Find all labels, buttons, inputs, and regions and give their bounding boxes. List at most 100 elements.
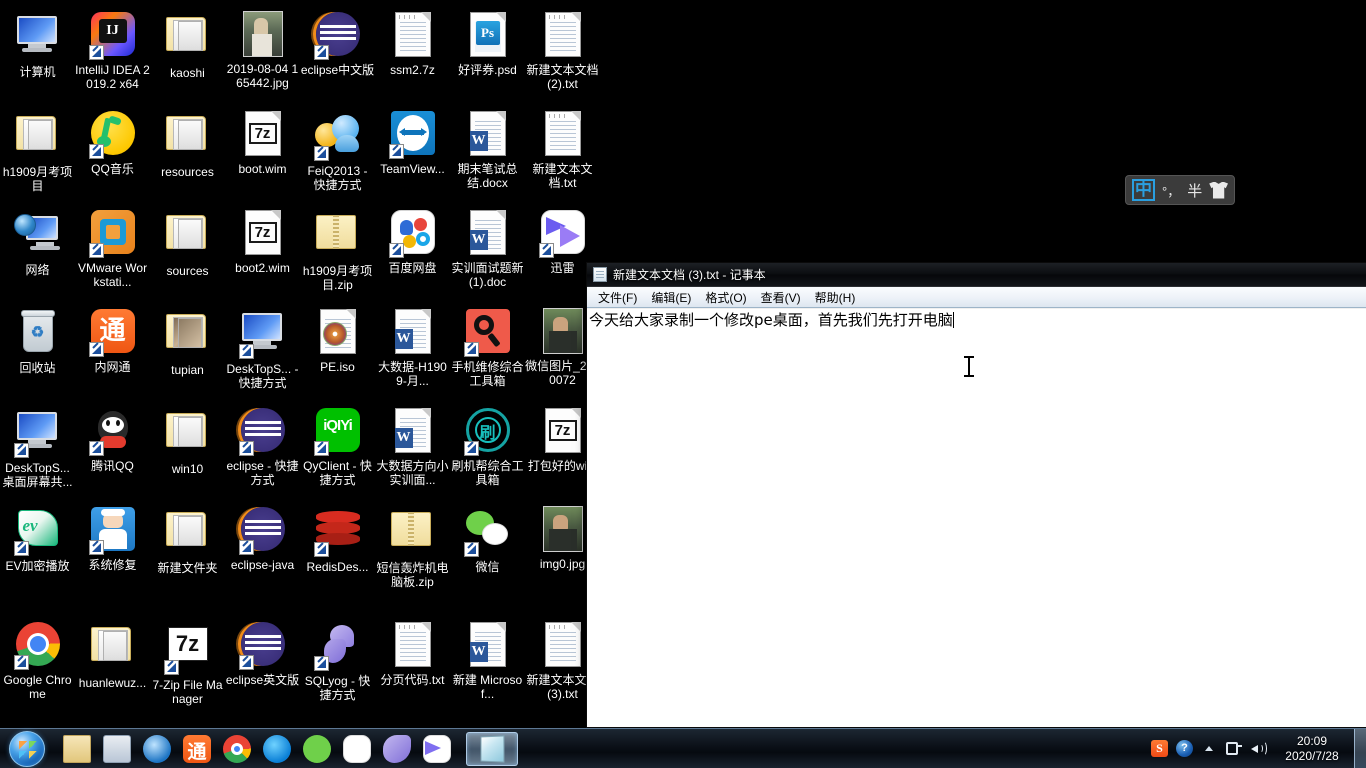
desktop-icon-20[interactable]: h1909月考项目.zip [300, 208, 375, 292]
show-desktop-button[interactable] [1354, 728, 1366, 768]
desktop-icon-26[interactable]: tupian [150, 307, 225, 377]
desktop-icon-35[interactable]: eclipse - 快捷方式 [225, 406, 300, 487]
desktop-icon-53[interactable]: 分页代码.txt [375, 620, 450, 687]
desktop-icon-16[interactable]: 网络 [0, 208, 75, 277]
ime-language-mode[interactable]: 中 [1132, 179, 1155, 201]
desktop-icon-46[interactable]: 微信 [450, 505, 525, 574]
desktop-icon-30[interactable]: 手机维修综合工具箱 [450, 307, 525, 388]
show-hidden-icons-icon[interactable] [1201, 740, 1217, 757]
desktop-icon-12[interactable]: FeiQ2013 - 快捷方式 [300, 109, 375, 192]
ime-punctuation-mode[interactable]: °， [1162, 181, 1180, 200]
taskbar-internet-explorer-icon[interactable] [140, 732, 174, 766]
taskbar-baidu-netdisk-icon[interactable] [340, 732, 374, 766]
shirt-icon[interactable] [1209, 181, 1228, 199]
start-button[interactable] [0, 729, 54, 768]
desktop-icon-8[interactable]: h1909月考项目 [0, 109, 75, 193]
desktop-icon-15[interactable]: 新建文本文档.txt [525, 109, 600, 190]
desktop-icon-54[interactable]: W 新建 Microsof... [450, 620, 525, 701]
ime-width-mode[interactable]: 半 [1187, 180, 1202, 201]
desktop-icon-label: 新建文本文档 (2).txt [526, 63, 599, 91]
notepad-titlebar[interactable]: 新建文本文档 (3).txt - 记事本 [587, 263, 1366, 287]
desktop-icon-33[interactable]: 腾讯QQ [75, 406, 150, 473]
desktop-icon-17[interactable]: VMware Workstati... [75, 208, 150, 289]
shortcut-arrow-icon [13, 443, 29, 458]
desktop-icon-41[interactable]: 系统修复 [75, 505, 150, 572]
photoshop-file-icon-wrap: Ps [464, 12, 512, 60]
shortcut-arrow-icon [238, 441, 254, 456]
desktop-icon-5[interactable]: ssm2.7z [375, 10, 450, 77]
menu-help[interactable]: 帮助(H) [808, 287, 863, 308]
desktop-icon-18[interactable]: sources [150, 208, 225, 278]
notepad-text-area[interactable]: 今天给大家录制一个修改pe桌面，首先我们先打开电脑 [587, 309, 1366, 727]
shortcut-arrow-icon [88, 441, 104, 456]
taskbar-media-player-icon[interactable] [100, 732, 134, 766]
desktop-icon-3[interactable]: 2019-08-04 165442.jpg [225, 10, 300, 90]
taskbar-google-chrome-icon[interactable] [220, 732, 254, 766]
system-tray[interactable]: S ? [1151, 740, 1270, 757]
taskbar-notepad-button[interactable] [466, 731, 518, 766]
taskbar-wechat-icon[interactable] [300, 732, 334, 766]
desktop-icon-25[interactable]: 通内网通 [75, 307, 150, 374]
desktop-icon-51[interactable]: eclipse英文版 [225, 620, 300, 687]
desktop-icon-28[interactable]: PE.iso [300, 307, 375, 374]
computer-icon-wrap [14, 14, 62, 62]
desktop-icon-36[interactable]: iQIYi QyClient - 快捷方式 [300, 406, 375, 487]
desktop-icon-14[interactable]: W 期末笔试总结.docx [450, 109, 525, 190]
shortcut-arrow-icon [13, 541, 29, 556]
desktop-icon-4[interactable]: eclipse中文版 [300, 10, 375, 77]
desktop-icon-19[interactable]: 7z boot2.wim [225, 208, 300, 275]
taskbar-neiwangtong-icon[interactable]: 通 [180, 732, 214, 766]
desktop-icon-48[interactable]: Google Chrome [0, 620, 75, 701]
desktop-icon-7[interactable]: 新建文本文档 (2).txt [525, 10, 600, 91]
desktop-icon-29[interactable]: W 大数据-H1909-月... [375, 307, 450, 388]
media-player-icon [103, 734, 131, 763]
desktop-icon-42[interactable]: 新建文件夹 [150, 505, 225, 575]
taskbar-sqlyog-icon[interactable] [380, 732, 414, 766]
desktop-icon-9[interactable]: QQ音乐 [75, 109, 150, 176]
taskbar-windows-explorer-icon[interactable] [60, 732, 94, 766]
menu-file[interactable]: 文件(F) [591, 287, 644, 308]
notepad-window[interactable]: 新建文本文档 (3).txt - 记事本 文件(F) 编辑(E) 格式(O) 查… [586, 262, 1366, 728]
image-file-icon-wrap [239, 11, 287, 59]
desktop-icon-44[interactable]: RedisDes... [300, 505, 375, 574]
desktop-icon-24[interactable]: ♻ 回收站 [0, 307, 75, 375]
desktop-icon-11[interactable]: 7z boot.wim [225, 109, 300, 176]
desktop-icon-50[interactable]: 7z 7-Zip File Manager [150, 620, 225, 706]
desktop-icon-40[interactable]: ev EV加密播放 [0, 505, 75, 573]
taskbar[interactable]: 通 S ? 20:09 2020/7/28 [0, 728, 1366, 768]
desktop-icon-22[interactable]: W 实训面试题新(1).doc [450, 208, 525, 289]
menu-view[interactable]: 查看(V) [754, 287, 808, 308]
desktop-icon-6[interactable]: Ps 好评券.psd [450, 10, 525, 77]
notepad-menubar[interactable]: 文件(F) 编辑(E) 格式(O) 查看(V) 帮助(H) [587, 287, 1366, 308]
desktop-icon-27[interactable]: DeskTopS... - 快捷方式 [225, 307, 300, 390]
taskbar-thunder-icon[interactable] [420, 732, 454, 766]
desktop-icon-49[interactable]: huanlewuz... [75, 620, 150, 690]
desktop-icon-43[interactable]: eclipse-java [225, 505, 300, 572]
desktop-icon-13[interactable]: TeamView... [375, 109, 450, 176]
taskbar-qq-browser-icon[interactable] [260, 732, 294, 766]
desktop-icon-45[interactable]: 短信轰炸机电脑板.zip [375, 505, 450, 589]
menu-format[interactable]: 格式(O) [698, 287, 753, 308]
desktop-icon-38[interactable]: 刷刷机帮综合工具箱 [450, 406, 525, 487]
desktop-icon-1[interactable]: IJ IntelliJ IDEA 2019.2 x64 [75, 10, 150, 91]
desktop-icon-label: eclipse中文版 [300, 63, 375, 77]
sogou-ime-icon[interactable]: S [1151, 740, 1168, 757]
image-file-icon-wrap [539, 308, 587, 356]
taskbar-clock[interactable]: 20:09 2020/7/28 [1270, 734, 1354, 764]
menu-edit[interactable]: 编辑(E) [644, 287, 698, 308]
network-icon[interactable] [1225, 740, 1242, 757]
ime-toolbar[interactable]: 中 °， 半 [1125, 175, 1235, 205]
help-icon[interactable]: ? [1176, 740, 1193, 757]
desktop-icon-2[interactable]: kaoshi [150, 10, 225, 80]
desktop-icon-52[interactable]: SQLyog - 快捷方式 [300, 620, 375, 702]
desktop-icon-0[interactable]: 计算机 [0, 10, 75, 79]
desktop-icon-34[interactable]: win10 [150, 406, 225, 476]
desktop[interactable]: 计算机 IJ IntelliJ IDEA 2019.2 x64 kaoshi 2019-… [0, 0, 1366, 768]
desktop-icon-label: PE.iso [320, 360, 355, 374]
desktop-icon-37[interactable]: W 大数据方向小实训面... [375, 406, 450, 487]
desktop-icon-21[interactable]: 百度网盘 [375, 208, 450, 275]
desktop-icon-32[interactable]: DeskTopS...桌面屏幕共... [0, 406, 75, 489]
shortcut-arrow-icon [388, 144, 404, 159]
desktop-icon-10[interactable]: resources [150, 109, 225, 179]
volume-icon[interactable] [1250, 740, 1268, 757]
